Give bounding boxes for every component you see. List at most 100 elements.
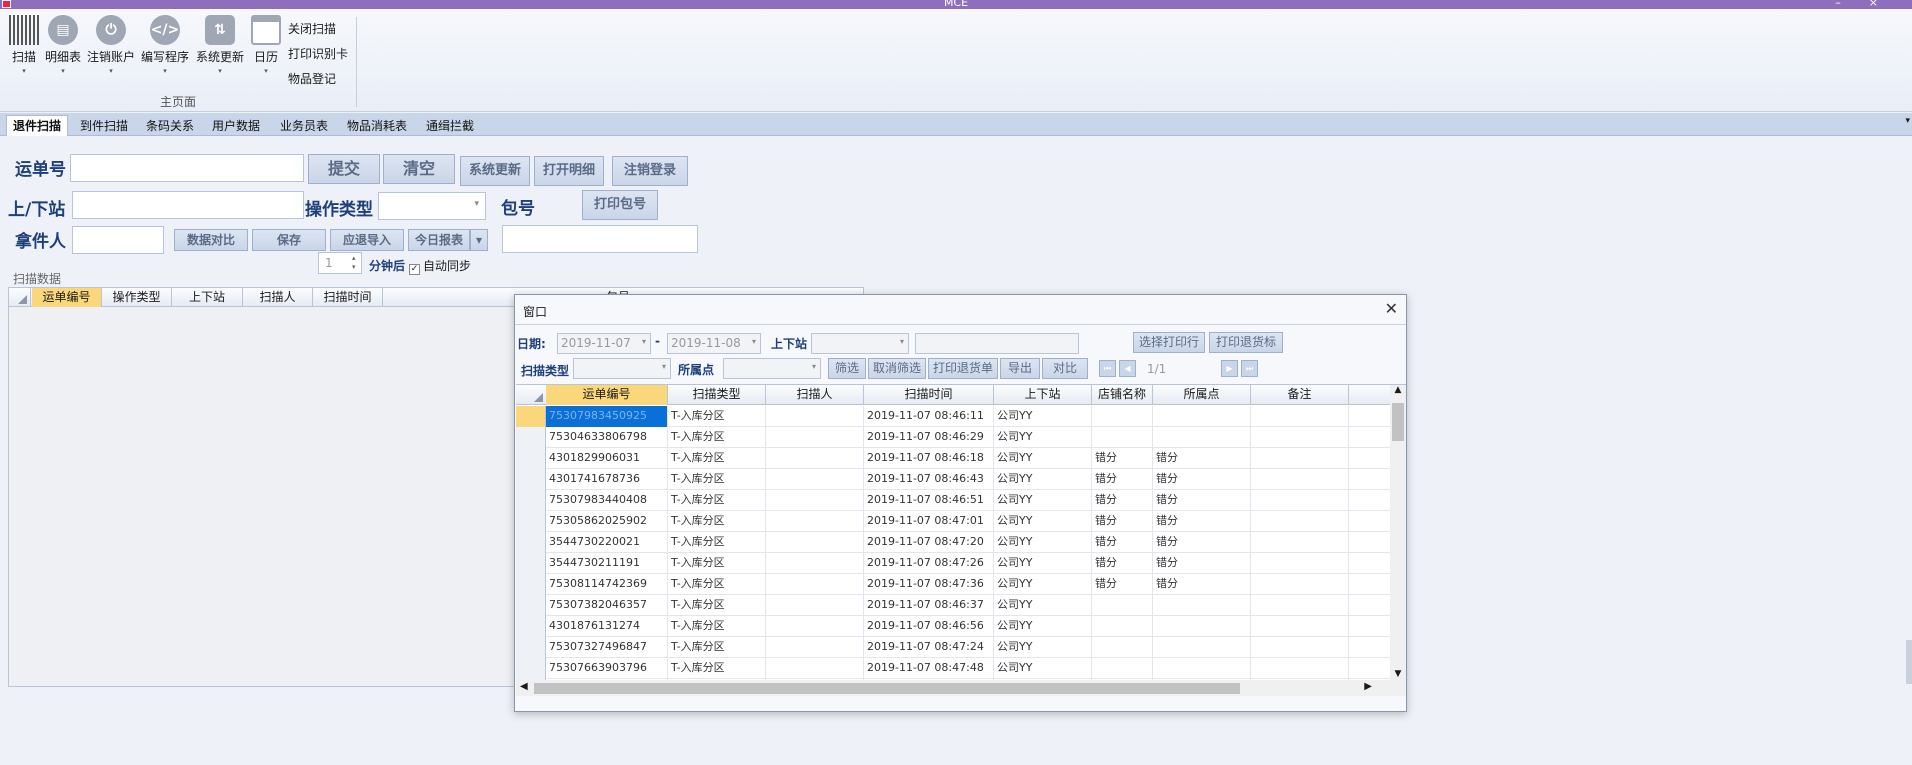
- table-row[interactable]: 75307983450925 T-入库分区 2019-11-07 08:46:11 公…: [516, 406, 1391, 427]
- date-to-picker[interactable]: 2019-11-08: [667, 333, 761, 354]
- cell-scanner[interactable]: [766, 616, 864, 637]
- cell-remark[interactable]: [1251, 532, 1349, 553]
- logout-account-button[interactable]: ⏻ 注销账户 ▾: [87, 15, 135, 75]
- window-controls[interactable]: –×: [1835, 0, 1906, 9]
- tab-arrival-scan[interactable]: 到件扫描: [74, 116, 134, 135]
- col-waybill-number[interactable]: 运单编号: [32, 288, 102, 307]
- row-header[interactable]: [516, 511, 546, 532]
- cell-scanner[interactable]: [766, 658, 864, 679]
- cell-scan-type[interactable]: T-入库分区: [668, 448, 766, 469]
- cell-shop-name[interactable]: 错分: [1092, 574, 1153, 595]
- gcol-station[interactable]: 上下站: [994, 385, 1092, 405]
- print-return-label-button[interactable]: 打印退货标: [1209, 332, 1283, 353]
- cell-station[interactable]: 公司YY: [994, 616, 1092, 637]
- table-row[interactable]: 75305862025902 T-入库分区 2019-11-07 08:47:01 公…: [516, 511, 1391, 532]
- gcol-belong[interactable]: 所属点: [1153, 385, 1251, 405]
- cell-remark[interactable]: [1251, 595, 1349, 616]
- cell-scan-time[interactable]: 2019-11-07 08:46:37: [864, 595, 994, 616]
- scroll-up-icon[interactable]: ▲: [1390, 385, 1406, 399]
- cell-belong[interactable]: 错分: [1153, 448, 1251, 469]
- data-compare-button[interactable]: 数据对比: [174, 229, 248, 251]
- table-row[interactable]: 75304633806798 T-入库分区 2019-11-07 08:46:29 公…: [516, 427, 1391, 448]
- cell-belong[interactable]: 错分: [1153, 469, 1251, 490]
- cell-scan-time[interactable]: 2019-11-07 08:47:24: [864, 637, 994, 658]
- cell-waybill-number[interactable]: 4301741678736: [546, 469, 668, 490]
- cell-scan-type[interactable]: T-入库分区: [668, 490, 766, 511]
- export-button[interactable]: 导出: [1000, 358, 1040, 379]
- cell-station[interactable]: 公司YY: [994, 469, 1092, 490]
- scroll-down-icon[interactable]: ▼: [1390, 669, 1406, 683]
- cell-station[interactable]: 公司YY: [994, 637, 1092, 658]
- horizontal-scroll-thumb[interactable]: [534, 683, 1240, 694]
- tab-barcode-relation[interactable]: 条码关系: [140, 116, 200, 135]
- table-row[interactable]: 75307983440408 T-入库分区 2019-11-07 08:46:51 公…: [516, 490, 1391, 511]
- should-return-import-button[interactable]: 应退导入: [330, 229, 404, 251]
- cell-shop-name[interactable]: [1092, 658, 1153, 679]
- cell-scanner[interactable]: [766, 448, 864, 469]
- cell-scan-type[interactable]: T-入库分区: [668, 406, 766, 427]
- cell-remark[interactable]: [1251, 553, 1349, 574]
- cell-belong[interactable]: 错分: [1153, 532, 1251, 553]
- tab-user-data[interactable]: 用户数据: [206, 116, 266, 135]
- cell-scanner[interactable]: [766, 511, 864, 532]
- cell-waybill-number[interactable]: 75307382046357: [546, 595, 668, 616]
- waybill-input[interactable]: [70, 154, 304, 182]
- cell-shop-name[interactable]: [1092, 616, 1153, 637]
- next-page-icon[interactable]: ▶: [1221, 360, 1238, 377]
- cell-station[interactable]: 公司YY: [994, 406, 1092, 427]
- cell-shop-name[interactable]: 错分: [1092, 490, 1153, 511]
- cell-shop-name[interactable]: 错分: [1092, 469, 1153, 490]
- cell-waybill-number[interactable]: 3544730220021: [546, 532, 668, 553]
- cell-scanner[interactable]: [766, 490, 864, 511]
- row-header[interactable]: [516, 448, 546, 469]
- cell-scanner[interactable]: [766, 469, 864, 490]
- cell-scan-time[interactable]: 2019-11-07 08:47:01: [864, 511, 994, 532]
- cell-scan-time[interactable]: 2019-11-07 08:46:11: [864, 406, 994, 427]
- cell-remark[interactable]: [1251, 406, 1349, 427]
- cell-waybill-number[interactable]: 3544730211191: [546, 553, 668, 574]
- cell-scan-type[interactable]: T-入库分区: [668, 637, 766, 658]
- cell-scan-time[interactable]: 2019-11-07 08:46:29: [864, 427, 994, 448]
- cancel-filter-button[interactable]: 取消筛选: [868, 358, 926, 379]
- cell-belong[interactable]: [1153, 406, 1251, 427]
- tab-item-consumption[interactable]: 物品消耗表: [341, 116, 413, 135]
- print-id-card-item[interactable]: 打印识别卡: [288, 45, 348, 62]
- logout-button[interactable]: 注销登录: [612, 156, 688, 186]
- last-page-icon[interactable]: ⏭: [1241, 360, 1258, 377]
- cell-waybill-number[interactable]: 75307327496847: [546, 637, 668, 658]
- cell-remark[interactable]: [1251, 511, 1349, 532]
- scan-type-select[interactable]: [573, 358, 671, 379]
- cell-scan-type[interactable]: T-入库分区: [668, 532, 766, 553]
- cell-scan-time[interactable]: 2019-11-07 08:47:26: [864, 553, 994, 574]
- scroll-right-icon[interactable]: ▶: [1364, 681, 1372, 692]
- select-print-row-button[interactable]: 选择打印行: [1133, 332, 1205, 353]
- cell-belong[interactable]: 错分: [1153, 553, 1251, 574]
- date-from-picker[interactable]: 2019-11-07: [557, 333, 651, 354]
- cell-belong[interactable]: [1153, 637, 1251, 658]
- table-row[interactable]: 3544730211191 T-入库分区 2019-11-07 08:47:26 公司…: [516, 553, 1391, 574]
- cell-scan-time[interactable]: 2019-11-07 08:46:51: [864, 490, 994, 511]
- gcol-scanner[interactable]: 扫描人: [766, 385, 864, 405]
- cell-scan-time[interactable]: 2019-11-07 08:47:48: [864, 658, 994, 679]
- cell-waybill-number[interactable]: 75305862025902: [546, 511, 668, 532]
- row-header[interactable]: [516, 658, 546, 679]
- cell-scan-type[interactable]: T-入库分区: [668, 427, 766, 448]
- print-package-button[interactable]: 打印包号: [582, 190, 658, 220]
- table-row[interactable]: 75307382046357 T-入库分区 2019-11-07 08:46:37 公…: [516, 595, 1391, 616]
- cell-belong[interactable]: 错分: [1153, 574, 1251, 595]
- cell-remark[interactable]: [1251, 637, 1349, 658]
- row-header[interactable]: [516, 553, 546, 574]
- select-all-corner[interactable]: [9, 288, 31, 307]
- cell-belong[interactable]: [1153, 658, 1251, 679]
- gcol-extra[interactable]: [1349, 385, 1391, 405]
- row-header[interactable]: [516, 616, 546, 637]
- scan-button[interactable]: 扫描 ▾: [7, 15, 41, 75]
- belong-select[interactable]: [723, 358, 821, 379]
- station-input[interactable]: [72, 191, 304, 219]
- cell-scanner[interactable]: [766, 574, 864, 595]
- table-row[interactable]: 4301741678736 T-入库分区 2019-11-07 08:46:43 公司…: [516, 469, 1391, 490]
- cell-belong[interactable]: [1153, 595, 1251, 616]
- cell-remark[interactable]: [1251, 448, 1349, 469]
- row-header[interactable]: [516, 574, 546, 595]
- cell-waybill-number[interactable]: 75307983440408: [546, 490, 668, 511]
